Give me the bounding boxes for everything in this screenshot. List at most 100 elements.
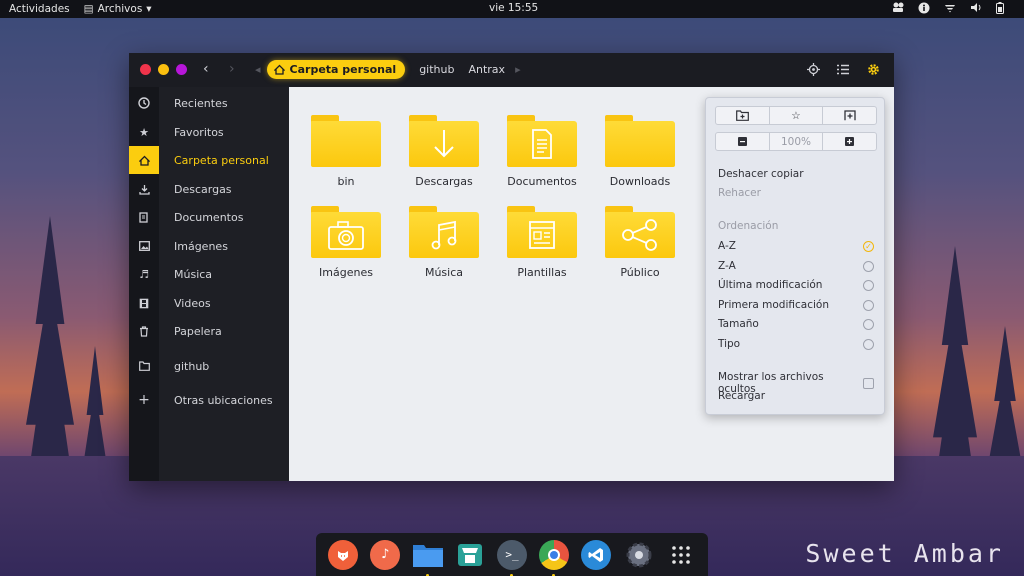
files-icon[interactable] <box>412 540 443 576</box>
music-player-icon[interactable]: ♪ <box>370 539 401 570</box>
reload-item[interactable]: Recargar <box>718 390 874 402</box>
radio-selected-icon[interactable]: ✓ <box>863 240 874 252</box>
sidebar-item-videos[interactable]: Videos <box>129 289 289 317</box>
activities-button[interactable]: Actividades <box>9 3 70 15</box>
sidebar-item-favoritos[interactable]: ★ Favoritos <box>129 118 289 146</box>
folder-label: Downloads <box>609 175 671 188</box>
battery-icon[interactable] <box>996 2 1004 17</box>
close-button[interactable] <box>140 64 151 75</box>
folder-icon <box>129 361 159 371</box>
minimize-button[interactable] <box>158 64 169 75</box>
sort-option-type[interactable]: Tipo <box>718 338 874 350</box>
folder-label: Público <box>620 266 660 279</box>
sidebar-item-carpeta-personal[interactable]: Carpeta personal <box>129 146 289 174</box>
folder-item-descargas[interactable]: Descargas <box>399 115 489 188</box>
download-icon <box>129 184 159 195</box>
sort-option-label: Tamaño <box>718 318 759 330</box>
maximize-button[interactable] <box>176 64 187 75</box>
folder-label: Música <box>424 266 464 279</box>
accessibility-icon[interactable] <box>918 2 930 17</box>
sidebar-item-label: Documentos <box>174 210 244 224</box>
new-folder-button[interactable] <box>716 107 770 124</box>
folder-item-imagenes[interactable]: Imágenes <box>301 206 391 279</box>
app-grid-icon[interactable] <box>666 540 696 570</box>
forward-icon[interactable]: › <box>229 61 235 77</box>
breadcrumb-current[interactable]: Carpeta personal <box>266 60 406 79</box>
sort-option-last-modified[interactable]: Última modificación <box>718 279 874 291</box>
header-bar: ‹ › ◂ Carpeta personal github Antrax ▸ <box>129 53 894 87</box>
plus-icon <box>845 137 855 146</box>
folder-item-publico[interactable]: Público <box>595 206 685 279</box>
folder-icon <box>311 121 381 167</box>
folder-item-documentos[interactable]: Documentos <box>497 115 587 188</box>
breadcrumb: ◂ Carpeta personal github Antrax ▸ <box>255 60 521 79</box>
folder-item-bin[interactable]: bin <box>301 115 391 188</box>
folder-item-downloads[interactable]: Downloads <box>595 115 685 188</box>
zoom-in-button[interactable] <box>823 133 876 150</box>
sidebar-item-recientes[interactable]: Recientes <box>129 89 289 117</box>
sidebar-item-papelera[interactable]: Papelera <box>129 317 289 345</box>
list-view-icon[interactable] <box>836 62 850 76</box>
breadcrumb-left-arrow-icon[interactable]: ◂ <box>255 63 261 76</box>
sidebar-item-github[interactable]: github <box>129 352 289 380</box>
clock[interactable]: vie 15:55 <box>489 2 538 14</box>
app-menu[interactable]: ▤ Archivos ▾ <box>84 3 152 15</box>
sidebar-item-label: Descargas <box>174 182 232 196</box>
folder-item-musica[interactable]: Música <box>399 206 489 279</box>
sort-option-a-z[interactable]: A-Z ✓ <box>718 240 874 252</box>
gear-icon[interactable] <box>866 62 880 76</box>
sidebar-item-otras-ubicaciones[interactable]: + Otras ubicaciones <box>129 386 289 414</box>
software-center-icon[interactable] <box>455 540 485 570</box>
menu-item-label: Rehacer <box>718 187 761 199</box>
chrome-icon[interactable] <box>539 539 570 576</box>
system-tray[interactable] <box>892 2 1004 17</box>
volume-icon[interactable] <box>970 2 982 17</box>
menu-item-label: Recargar <box>718 390 766 402</box>
redo-item[interactable]: Rehacer <box>718 187 874 199</box>
app-menu-label: Archivos <box>97 3 143 15</box>
radio-icon[interactable] <box>863 338 874 350</box>
sidebar: Recientes ★ Favoritos Carpeta personal D… <box>129 87 289 481</box>
undo-copy-item[interactable]: Deshacer copiar <box>718 168 874 180</box>
sidebar-item-musica[interactable]: ♬ Música <box>129 260 289 288</box>
sort-option-size[interactable]: Tamaño <box>718 318 874 330</box>
zoom-level[interactable]: 100% <box>770 133 824 150</box>
sidebar-item-label: Papelera <box>174 324 222 338</box>
clock-icon <box>129 97 159 109</box>
film-icon <box>129 298 159 309</box>
terminal-icon[interactable]: >_ <box>496 539 527 576</box>
trash-icon <box>129 325 159 337</box>
new-tab-button[interactable] <box>823 107 876 124</box>
sort-option-first-modified[interactable]: Primera modificación <box>718 299 874 311</box>
image-icon <box>129 241 159 251</box>
people-icon[interactable] <box>892 2 904 17</box>
folder-item-plantillas[interactable]: Plantillas <box>497 206 587 279</box>
firefox-icon[interactable] <box>328 539 359 570</box>
sort-option-label: Primera modificación <box>718 299 829 311</box>
radio-icon[interactable] <box>863 279 874 291</box>
sidebar-item-documentos[interactable]: Documentos <box>129 203 289 231</box>
music-folder-icon <box>409 212 479 258</box>
zoom-out-button[interactable] <box>716 133 770 150</box>
sidebar-item-descargas[interactable]: Descargas <box>129 175 289 203</box>
breadcrumb-github[interactable]: github <box>419 63 454 76</box>
sort-option-z-a[interactable]: Z-A <box>718 260 874 272</box>
locate-icon[interactable] <box>806 62 820 76</box>
breadcrumb-antrax[interactable]: Antrax <box>468 63 505 76</box>
bookmark-button[interactable]: ☆ <box>770 107 824 124</box>
radio-icon[interactable] <box>863 299 874 311</box>
view-options-popover: ☆ 100% Deshacer copiar Rehacer Ordenació… <box>705 97 885 415</box>
checkbox[interactable] <box>863 377 874 389</box>
settings-icon[interactable] <box>624 540 654 570</box>
sidebar-item-label: Recientes <box>174 96 228 110</box>
folder-icon <box>605 121 675 167</box>
vscode-icon[interactable] <box>581 539 612 570</box>
back-icon[interactable]: ‹ <box>203 61 209 77</box>
sidebar-item-imagenes[interactable]: Imágenes <box>129 232 289 260</box>
breadcrumb-right-arrow-icon[interactable]: ▸ <box>515 63 521 76</box>
radio-icon[interactable] <box>863 260 874 272</box>
sort-option-label: Tipo <box>718 338 741 350</box>
radio-icon[interactable] <box>863 318 874 330</box>
wifi-icon[interactable] <box>944 2 956 17</box>
document-folder-icon <box>507 121 577 167</box>
